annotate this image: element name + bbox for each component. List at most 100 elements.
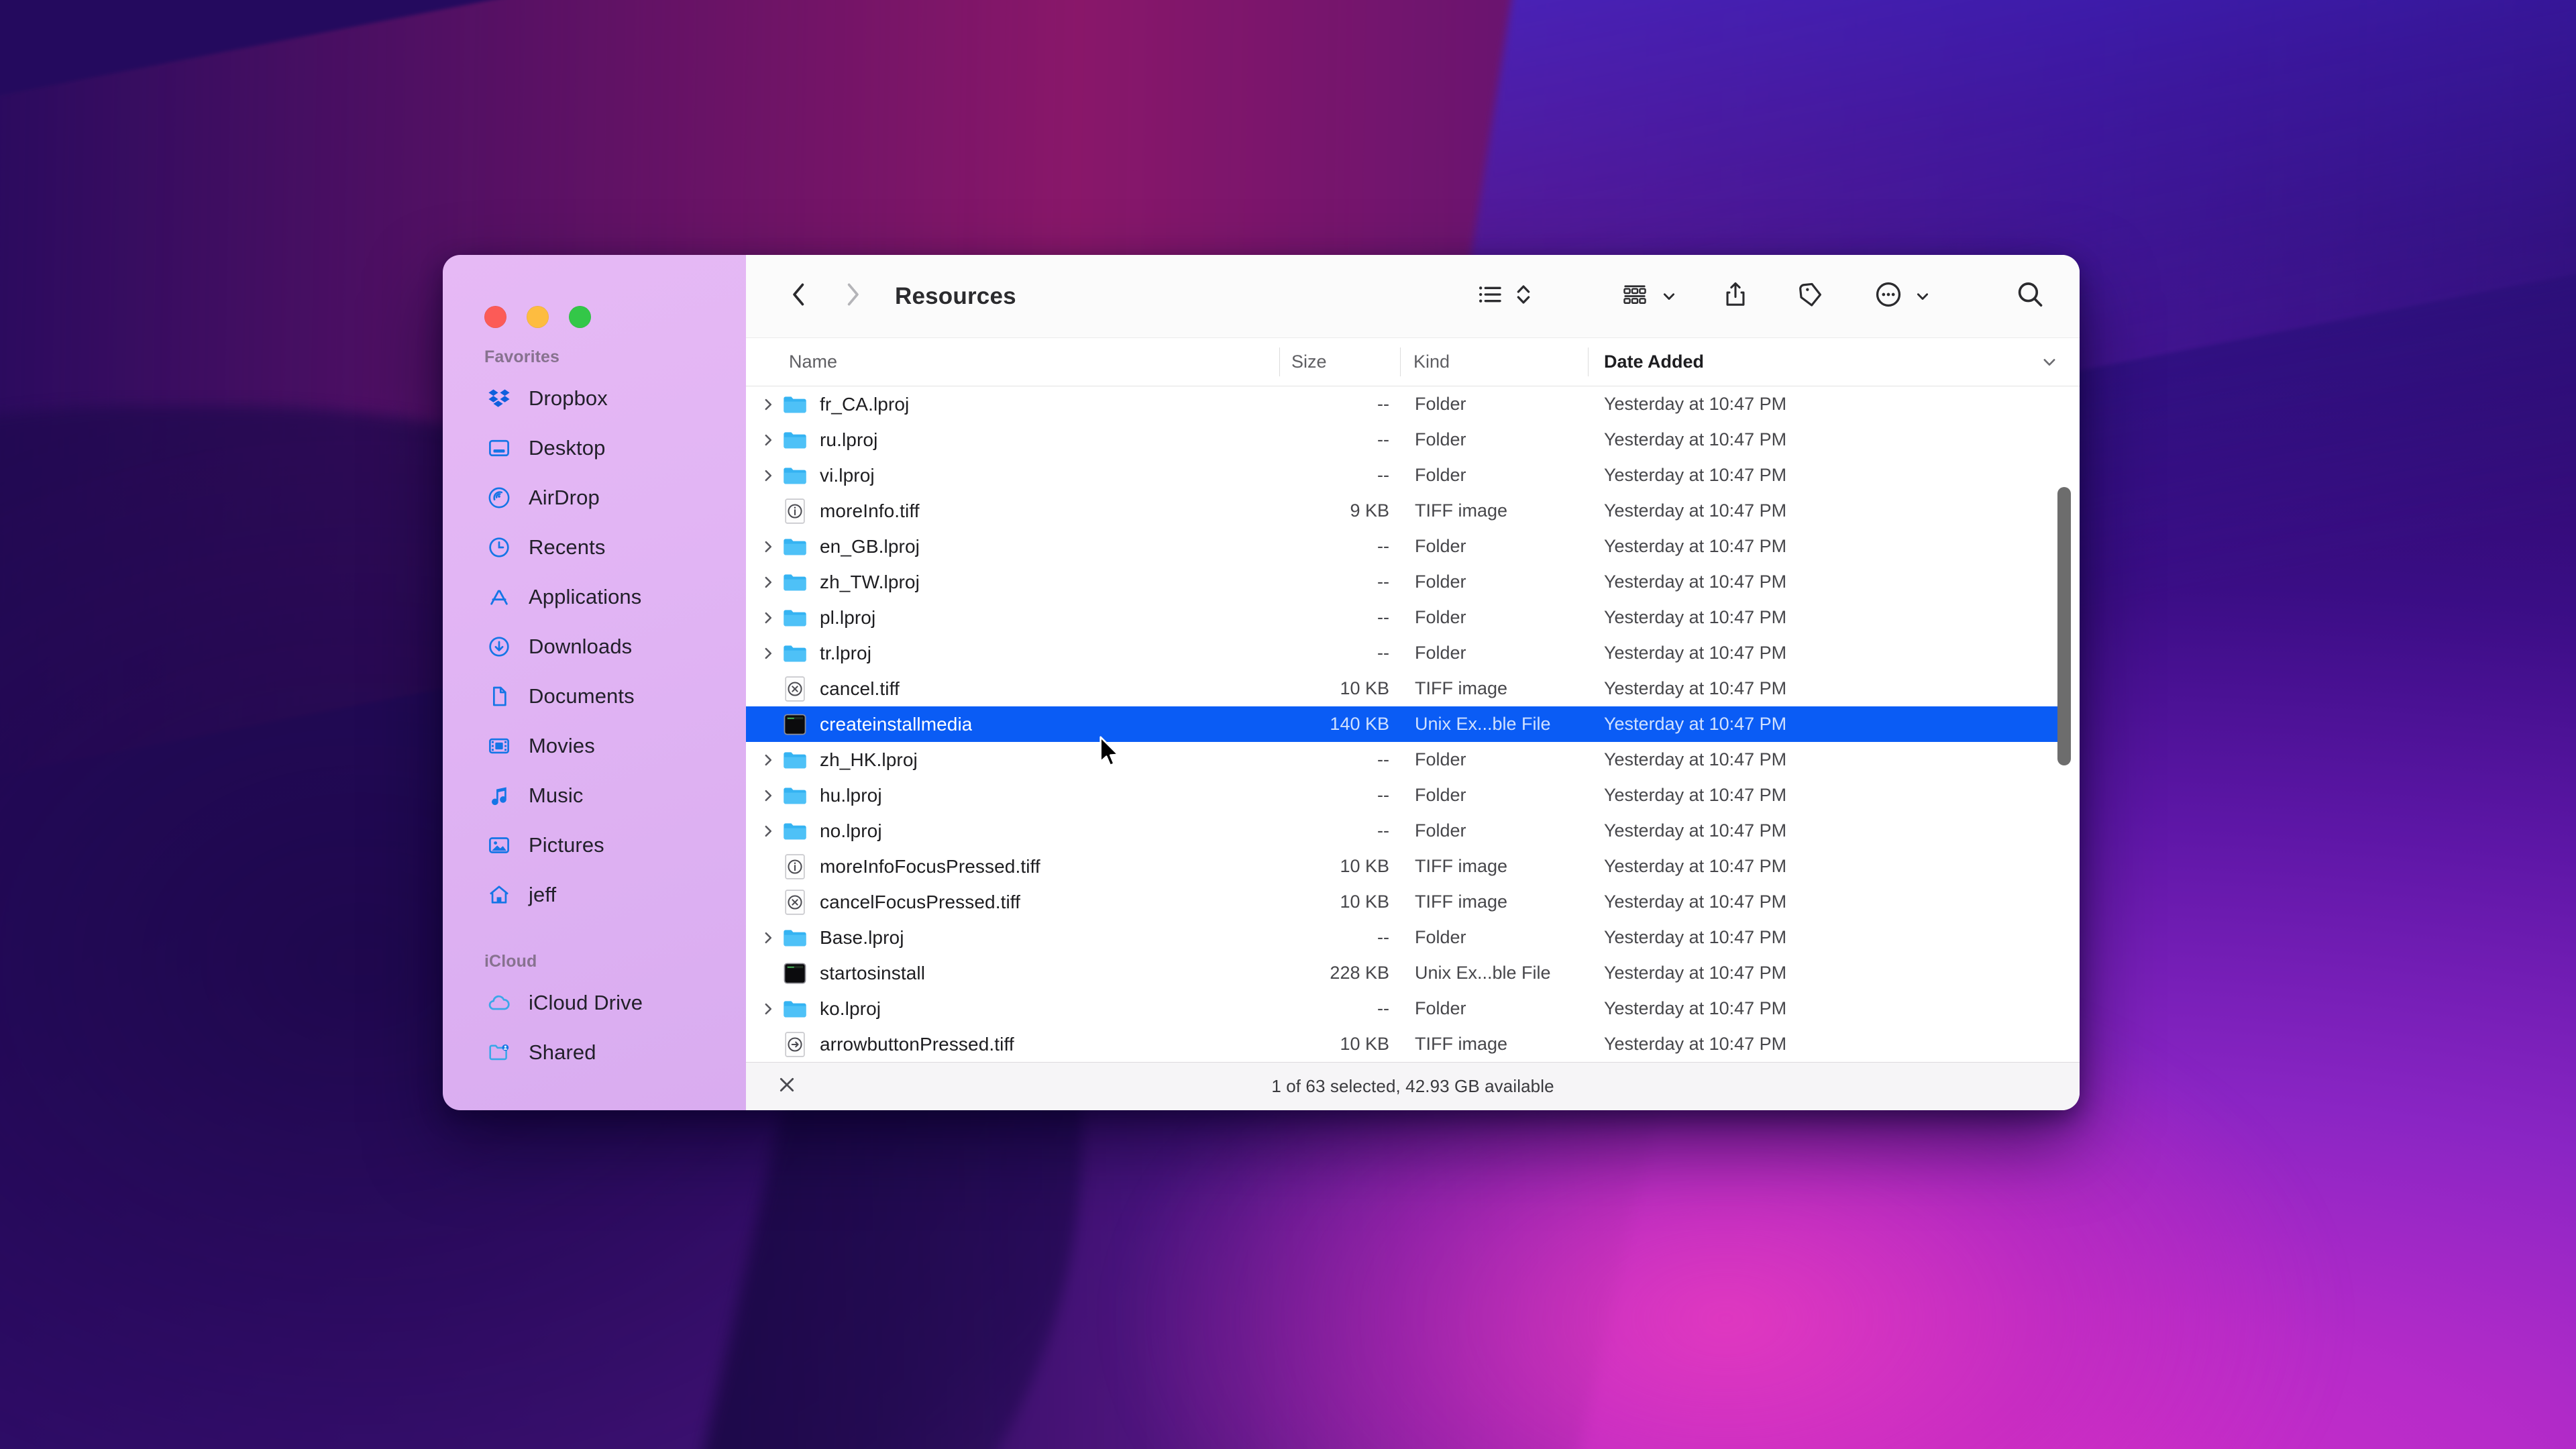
terminal-exec-icon bbox=[780, 961, 810, 986]
desktop-icon bbox=[484, 437, 514, 460]
sidebar-item-downloads[interactable]: Downloads bbox=[443, 622, 746, 672]
share-button[interactable] bbox=[1719, 272, 1752, 321]
file-name-label: moreInfoFocusPressed.tiff bbox=[820, 856, 1040, 877]
file-date-added-cell: Yesterday at 10:47 PM bbox=[1588, 998, 2070, 1019]
file-name-cell: vi.lproj bbox=[746, 462, 1279, 489]
more-actions-button[interactable] bbox=[1870, 272, 1907, 321]
minimize-window-button[interactable] bbox=[527, 306, 549, 328]
table-row[interactable]: en_GB.lproj--FolderYesterday at 10:47 PM bbox=[746, 529, 2080, 564]
disclosure-triangle-icon[interactable] bbox=[757, 930, 780, 945]
sidebar-item-recents[interactable]: Recents bbox=[443, 523, 746, 572]
sidebar-spacer bbox=[443, 920, 746, 943]
column-header-date-added[interactable]: Date Added bbox=[1588, 338, 2080, 386]
back-button[interactable] bbox=[778, 281, 820, 311]
disclosure-triangle-icon[interactable] bbox=[757, 397, 780, 412]
table-row[interactable]: hu.lproj--FolderYesterday at 10:47 PM bbox=[746, 777, 2080, 813]
disclosure-triangle-icon[interactable] bbox=[757, 646, 780, 661]
maximize-window-button[interactable] bbox=[569, 306, 591, 328]
forward-button[interactable] bbox=[832, 281, 873, 311]
sort-order-button[interactable] bbox=[1511, 272, 1536, 321]
chevron-down-icon[interactable] bbox=[1915, 288, 1931, 305]
sidebar-item-jeff[interactable]: jeff bbox=[443, 870, 746, 920]
sort-updown-icon bbox=[1515, 281, 1532, 311]
sidebar-item-icloud-drive[interactable]: iCloud Drive bbox=[443, 978, 746, 1028]
sidebar-item-label: Desktop bbox=[529, 436, 605, 460]
table-row[interactable]: zh_HK.lproj--FolderYesterday at 10:47 PM bbox=[746, 742, 2080, 777]
table-row[interactable]: arrowbuttonPressed.tiff10 KBTIFF imageYe… bbox=[746, 1026, 2080, 1062]
film-icon bbox=[484, 735, 514, 757]
close-window-button[interactable] bbox=[484, 306, 506, 328]
list-view-button[interactable] bbox=[1473, 272, 1508, 321]
more-actions-group bbox=[1870, 272, 1931, 321]
disclosure-triangle-icon[interactable] bbox=[757, 753, 780, 767]
disclosure-triangle-icon[interactable] bbox=[757, 468, 780, 483]
sidebar-item-airdrop[interactable]: AirDrop bbox=[443, 473, 746, 523]
table-row[interactable]: moreInfoFocusPressed.tiff10 KBTIFF image… bbox=[746, 849, 2080, 884]
search-button[interactable] bbox=[2011, 272, 2049, 321]
sidebar-item-label: jeff bbox=[529, 883, 556, 907]
table-row[interactable]: zh_TW.lproj--FolderYesterday at 10:47 PM bbox=[746, 564, 2080, 600]
file-kind-cell: Folder bbox=[1400, 998, 1588, 1019]
table-row[interactable]: vi.lproj--FolderYesterday at 10:47 PM bbox=[746, 458, 2080, 493]
tag-button[interactable] bbox=[1794, 272, 1829, 321]
disclosure-triangle-icon[interactable] bbox=[757, 575, 780, 590]
sidebar-item-applications[interactable]: Applications bbox=[443, 572, 746, 622]
group-by-button[interactable] bbox=[1617, 272, 1653, 321]
sidebar-item-desktop[interactable]: Desktop bbox=[443, 423, 746, 473]
sidebar-item-movies[interactable]: Movies bbox=[443, 721, 746, 771]
sidebar-item-documents[interactable]: Documents bbox=[443, 672, 746, 721]
table-row[interactable]: createinstallmedia140 KBUnix Ex...ble Fi… bbox=[746, 706, 2068, 742]
table-row[interactable]: no.lproj--FolderYesterday at 10:47 PM bbox=[746, 813, 2080, 849]
file-size-cell: -- bbox=[1279, 998, 1400, 1019]
table-row[interactable]: Base.lproj--FolderYesterday at 10:47 PM bbox=[746, 920, 2080, 955]
vertical-scrollbar-thumb[interactable] bbox=[2057, 487, 2071, 765]
table-row[interactable]: startosinstall228 KBUnix Ex...ble FileYe… bbox=[746, 955, 2080, 991]
chevron-down-icon[interactable] bbox=[1661, 288, 1677, 305]
file-size-cell: 228 KB bbox=[1279, 963, 1400, 983]
file-size-cell: -- bbox=[1279, 927, 1400, 948]
table-row[interactable]: cancelFocusPressed.tiff10 KBTIFF imageYe… bbox=[746, 884, 2080, 920]
file-name-label: en_GB.lproj bbox=[820, 536, 920, 557]
file-date-added-cell: Yesterday at 10:47 PM bbox=[1588, 536, 2070, 557]
column-header-size[interactable]: Size bbox=[1279, 338, 1400, 386]
file-name-label: Base.lproj bbox=[820, 927, 904, 949]
toolbar: Resources bbox=[746, 255, 2080, 338]
file-name-label: fr_CA.lproj bbox=[820, 394, 909, 415]
folder-icon bbox=[780, 747, 810, 773]
folder-icon bbox=[780, 818, 810, 845]
disclosure-triangle-icon[interactable] bbox=[757, 539, 780, 554]
table-row[interactable]: ko.lproj--FolderYesterday at 10:47 PM bbox=[746, 991, 2080, 1026]
table-row[interactable]: moreInfo.tiff9 KBTIFF imageYesterday at … bbox=[746, 493, 2080, 529]
disclosure-triangle-icon[interactable] bbox=[757, 610, 780, 625]
table-row[interactable]: cancel.tiff10 KBTIFF imageYesterday at 1… bbox=[746, 671, 2080, 706]
main-pane: Resources bbox=[746, 255, 2080, 1110]
sidebar-item-shared[interactable]: Shared bbox=[443, 1028, 746, 1077]
disclosure-triangle-icon[interactable] bbox=[757, 433, 780, 447]
dropbox-icon bbox=[484, 387, 514, 410]
disclosure-triangle-icon[interactable] bbox=[757, 824, 780, 839]
sidebar-item-label: Applications bbox=[529, 585, 641, 609]
file-name-label: moreInfo.tiff bbox=[820, 500, 920, 522]
table-row[interactable]: pl.lproj--FolderYesterday at 10:47 PM bbox=[746, 600, 2080, 635]
sidebar: Favorites Dropbox Desktop AirDrop bbox=[443, 255, 746, 1110]
file-date-added-cell: Yesterday at 10:47 PM bbox=[1588, 892, 2070, 912]
group-by-icon bbox=[1621, 280, 1649, 312]
file-size-cell: 10 KB bbox=[1279, 856, 1400, 877]
file-name-label: cancel.tiff bbox=[820, 678, 900, 700]
file-list[interactable]: fr_CA.lproj--FolderYesterday at 10:47 PM… bbox=[746, 386, 2080, 1062]
chevron-down-icon bbox=[2041, 354, 2058, 371]
table-row[interactable]: tr.lproj--FolderYesterday at 10:47 PM bbox=[746, 635, 2080, 671]
sidebar-item-pictures[interactable]: Pictures bbox=[443, 820, 746, 870]
folder-icon bbox=[780, 427, 810, 453]
file-date-added-cell: Yesterday at 10:47 PM bbox=[1588, 1034, 2070, 1055]
file-date-added-cell: Yesterday at 10:47 PM bbox=[1588, 678, 2070, 699]
sidebar-item-dropbox[interactable]: Dropbox bbox=[443, 374, 746, 423]
sidebar-item-music[interactable]: Music bbox=[443, 771, 746, 820]
table-row[interactable]: fr_CA.lproj--FolderYesterday at 10:47 PM bbox=[746, 386, 2080, 422]
disclosure-triangle-icon[interactable] bbox=[757, 1002, 780, 1016]
column-header-kind[interactable]: Kind bbox=[1400, 338, 1588, 386]
column-header-name[interactable]: Name bbox=[746, 338, 1279, 386]
table-row[interactable]: ru.lproj--FolderYesterday at 10:47 PM bbox=[746, 422, 2080, 458]
folder-icon bbox=[780, 533, 810, 560]
disclosure-triangle-icon[interactable] bbox=[757, 788, 780, 803]
